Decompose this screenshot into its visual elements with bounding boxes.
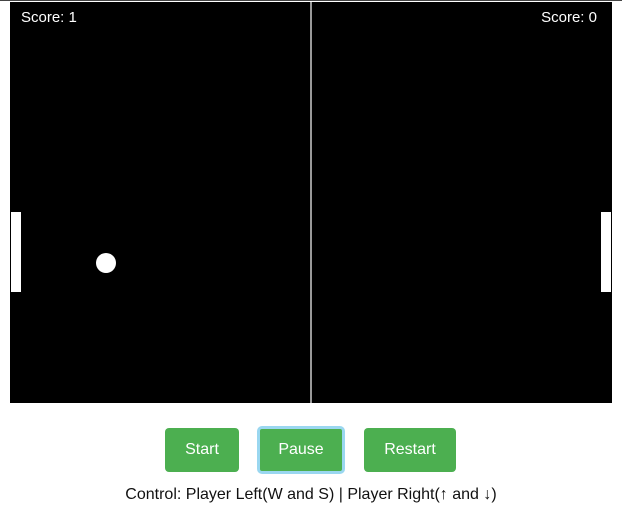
controls-bar: Start Pause Restart <box>0 426 622 474</box>
controls-help-text: Control: Player Left(W and S) | Player R… <box>125 486 497 503</box>
score-left: Score: 1 <box>21 9 77 26</box>
pause-button[interactable]: Pause <box>257 426 345 474</box>
start-button[interactable]: Start <box>165 428 239 472</box>
game-canvas[interactable]: Score: 1 Score: 0 <box>10 2 612 403</box>
restart-button[interactable]: Restart <box>364 428 456 472</box>
paddle-right <box>601 212 611 292</box>
ball <box>96 253 116 273</box>
score-right: Score: 0 <box>541 9 597 26</box>
center-line <box>310 2 312 403</box>
top-border <box>0 0 622 1</box>
paddle-left <box>11 212 21 292</box>
